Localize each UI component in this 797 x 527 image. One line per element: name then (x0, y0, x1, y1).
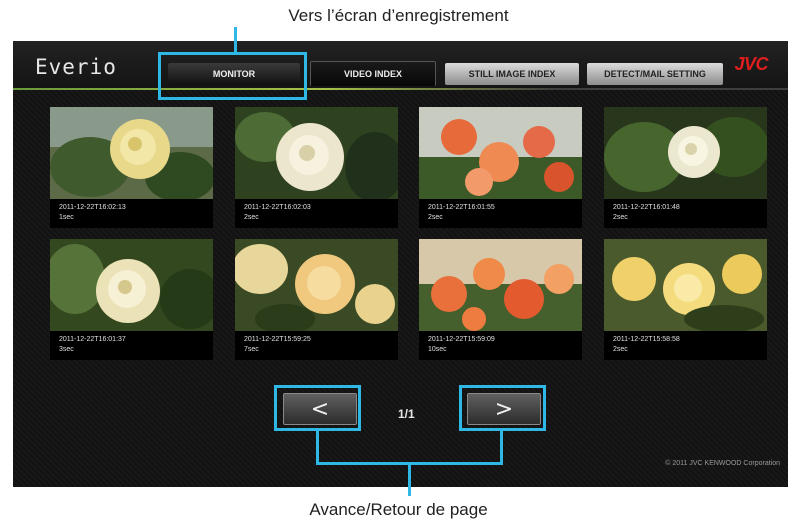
prev-button-highlight (274, 385, 361, 431)
video-thumbnail[interactable]: 2011-12-22T15:58:58 2sec (604, 239, 767, 360)
copyright-text: © 2011 JVC KENWOOD Corporation (665, 460, 780, 467)
video-timestamp: 2011-12-22T16:01:48 (613, 204, 680, 211)
video-timestamp: 2011-12-22T15:59:25 (244, 336, 311, 343)
callout-connector-right (500, 431, 503, 465)
everio-web-ui: Everio MONITOR VIDEO INDEX STILL IMAGE I… (13, 41, 788, 487)
flower-thumbnail-image (235, 239, 398, 331)
flower-thumbnail-image (419, 107, 582, 199)
tab-detect-mail-setting[interactable]: DETECT/MAIL SETTING (587, 63, 723, 85)
callout-connector-left (316, 431, 319, 465)
flower-thumbnail-image (50, 239, 213, 331)
video-duration: 1sec (59, 214, 74, 221)
video-thumbnail[interactable]: 2011-12-22T16:02:13 1sec (50, 107, 213, 228)
video-thumbnail[interactable]: 2011-12-22T16:01:55 2sec (419, 107, 582, 228)
tab-still-image-index[interactable]: STILL IMAGE INDEX (445, 63, 579, 85)
video-duration: 3sec (59, 346, 74, 353)
header-divider (13, 88, 788, 90)
callout-connector-bottom (408, 462, 411, 496)
flower-thumbnail-image (50, 107, 213, 199)
flower-thumbnail-image (419, 239, 582, 331)
video-timestamp: 2011-12-22T16:01:55 (428, 204, 495, 211)
video-thumbnail[interactable]: 2011-12-22T15:59:25 7sec (235, 239, 398, 360)
video-timestamp: 2011-12-22T16:02:13 (59, 204, 126, 211)
video-timestamp: 2011-12-22T16:02:03 (244, 204, 311, 211)
video-thumbnail[interactable]: 2011-12-22T16:01:48 2sec (604, 107, 767, 228)
flower-thumbnail-image (235, 107, 398, 199)
header-bar: Everio MONITOR VIDEO INDEX STILL IMAGE I… (13, 41, 788, 90)
video-timestamp: 2011-12-22T16:01:37 (59, 336, 126, 343)
video-duration: 2sec (244, 214, 259, 221)
video-duration: 2sec (613, 346, 628, 353)
jvc-logo: JVC (734, 54, 768, 74)
video-timestamp: 2011-12-22T15:58:58 (613, 336, 680, 343)
video-timestamp: 2011-12-22T15:59:09 (428, 336, 495, 343)
flower-thumbnail-image (604, 239, 767, 331)
video-thumbnail[interactable]: 2011-12-22T16:01:37 3sec (50, 239, 213, 360)
flower-thumbnail-image (604, 107, 767, 199)
everio-logo: Everio (35, 55, 117, 79)
page-indicator: 1/1 (398, 407, 415, 421)
tab-video-index[interactable]: VIDEO INDEX (310, 61, 436, 86)
video-duration: 2sec (613, 214, 628, 221)
video-duration: 2sec (428, 214, 443, 221)
next-button-highlight (459, 385, 546, 431)
record-screen-callout: Vers l’écran d’enregistrement (288, 6, 509, 25)
video-thumbnail[interactable]: 2011-12-22T16:02:03 2sec (235, 107, 398, 228)
page-navigation-callout: Avance/Retour de page (309, 500, 488, 519)
video-thumbnail[interactable]: 2011-12-22T15:59:09 10sec (419, 239, 582, 360)
video-duration: 10sec (428, 346, 447, 353)
callout-connector-top (234, 27, 237, 53)
monitor-tab-highlight (158, 52, 307, 100)
video-duration: 7sec (244, 346, 259, 353)
